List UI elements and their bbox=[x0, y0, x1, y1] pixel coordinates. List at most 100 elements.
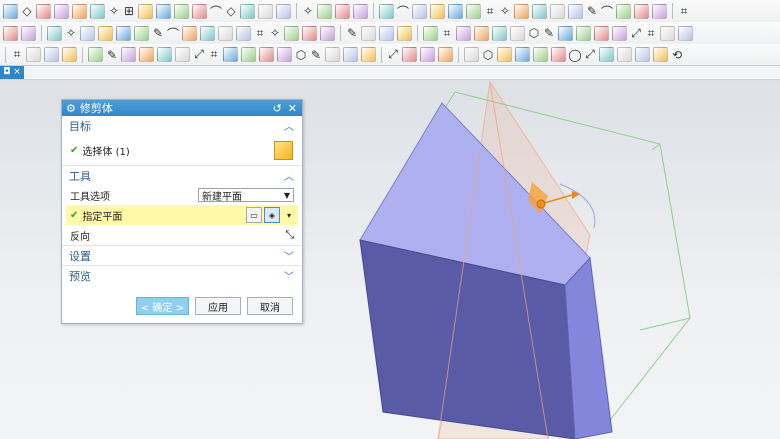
section-settings-header[interactable]: 设置 ﹀ bbox=[62, 245, 302, 265]
toolbar-tool-icon[interactable] bbox=[412, 3, 427, 19]
close-icon[interactable]: ✕ bbox=[288, 102, 297, 115]
toolbar-tool-icon[interactable] bbox=[121, 47, 136, 62]
toolbar-tool-icon[interactable] bbox=[652, 3, 667, 19]
toolbar-tool-icon[interactable]: ⌗ bbox=[253, 26, 267, 41]
toolbar-tool-icon[interactable] bbox=[156, 3, 171, 19]
select-body-cube-icon[interactable] bbox=[274, 140, 293, 160]
toolbar-tool-icon[interactable] bbox=[551, 47, 566, 62]
toolbar-tool-icon[interactable] bbox=[599, 47, 614, 62]
toolbar-tool-icon[interactable] bbox=[335, 3, 350, 19]
toolbar-tool-icon[interactable] bbox=[402, 47, 417, 62]
toolbar-tool-icon[interactable] bbox=[54, 3, 69, 19]
toolbar-tool-icon[interactable] bbox=[423, 25, 438, 41]
toolbar-tool-icon[interactable] bbox=[568, 3, 583, 19]
toolbar-tool-icon[interactable] bbox=[497, 47, 512, 62]
apply-button[interactable]: 应用 bbox=[195, 297, 241, 315]
toolbar-tool-icon[interactable] bbox=[515, 47, 530, 62]
toolbar-tool-icon[interactable]: ✧ bbox=[498, 4, 512, 18]
toolbar-tool-icon[interactable] bbox=[612, 25, 627, 41]
toolbar-tool-icon[interactable] bbox=[514, 3, 529, 19]
toolbar-tool-icon[interactable]: ◇ bbox=[20, 4, 34, 18]
chevron-up-icon[interactable]: ︿ bbox=[284, 118, 294, 133]
toolbar-tool-icon[interactable] bbox=[223, 47, 238, 62]
toolbar-tool-icon[interactable] bbox=[532, 3, 547, 19]
toolbar-tool-icon[interactable]: ✧ bbox=[301, 4, 315, 18]
toolbar-tool-icon[interactable]: ✧ bbox=[64, 26, 78, 40]
toolbar-tool-icon[interactable]: ✧ bbox=[107, 4, 121, 18]
tool-option-select[interactable]: 新建平面 ▼ bbox=[198, 188, 294, 203]
toolbar-tool-icon[interactable] bbox=[258, 3, 273, 19]
toolbar-tool-icon[interactable] bbox=[420, 47, 435, 62]
toolbar-tool-icon[interactable] bbox=[90, 3, 105, 19]
toolbar-tool-icon[interactable]: ⤢ bbox=[386, 47, 400, 62]
document-tab[interactable]: ◘ × bbox=[0, 66, 24, 79]
toolbar-tool-icon[interactable] bbox=[660, 25, 675, 41]
toolbar-tool-icon[interactable] bbox=[47, 25, 62, 41]
chevron-up-icon[interactable]: ︿ bbox=[284, 168, 294, 183]
toolbar-tool-icon[interactable]: ✎ bbox=[151, 26, 165, 40]
toolbar-tool-icon[interactable] bbox=[259, 47, 274, 62]
toolbar-tool-icon[interactable]: ⤢ bbox=[629, 26, 643, 41]
toolbar-tool-icon[interactable] bbox=[175, 47, 190, 62]
dialog-title-bar[interactable]: ⚙ 修剪体 ↺ ✕ bbox=[62, 100, 302, 116]
toolbar-tool-icon[interactable] bbox=[44, 47, 59, 62]
toolbar-tool-icon[interactable] bbox=[134, 25, 149, 41]
toolbar-tool-icon[interactable] bbox=[3, 3, 18, 19]
chevron-down-icon[interactable]: ﹀ bbox=[284, 248, 294, 263]
toolbar-tool-icon[interactable] bbox=[550, 3, 565, 19]
plane-dialog-icon[interactable]: ▭ bbox=[246, 207, 262, 223]
toolbar-tool-icon[interactable] bbox=[635, 47, 650, 62]
toolbar-tool-icon[interactable]: ⌒ bbox=[166, 25, 180, 42]
toolbar-tool-icon[interactable] bbox=[218, 25, 233, 41]
toolbar-tool-icon[interactable] bbox=[558, 25, 573, 41]
ok-button[interactable]: < 确定 > bbox=[135, 297, 189, 315]
section-tool-header[interactable]: 工具 ︿ bbox=[62, 165, 302, 185]
toolbar-tool-icon[interactable] bbox=[302, 25, 317, 41]
toolbar-tool-icon[interactable] bbox=[3, 25, 18, 41]
toolbar-tool-icon[interactable] bbox=[116, 25, 131, 41]
toolbar-tool-icon[interactable] bbox=[72, 3, 87, 19]
toolbar-tool-icon[interactable] bbox=[361, 47, 376, 62]
toolbar-tool-icon[interactable] bbox=[616, 3, 631, 19]
cancel-button[interactable]: 取消 bbox=[247, 297, 293, 315]
inferred-plane-icon[interactable]: ◈ bbox=[264, 207, 280, 223]
toolbar-tool-icon[interactable]: ✎ bbox=[309, 48, 323, 62]
toolbar-tool-icon[interactable] bbox=[448, 3, 463, 19]
toolbar-tool-icon[interactable] bbox=[36, 3, 51, 19]
toolbar-tool-icon[interactable] bbox=[438, 47, 453, 62]
toolbar-tool-icon[interactable]: ⌒ bbox=[209, 3, 223, 20]
section-target-header[interactable]: 目标 ︿ bbox=[62, 116, 302, 135]
toolbar-tool-icon[interactable] bbox=[174, 3, 189, 19]
toolbar-tool-icon[interactable] bbox=[510, 25, 525, 41]
toolbar-tool-icon[interactable] bbox=[276, 3, 291, 19]
toolbar-tool-icon[interactable] bbox=[139, 47, 154, 62]
toolbar-tool-icon[interactable] bbox=[397, 25, 412, 41]
toolbar-tool-icon[interactable]: ⌗ bbox=[483, 4, 497, 19]
toolbar-tool-icon[interactable] bbox=[240, 3, 255, 19]
toolbar-tool-icon[interactable]: ✎ bbox=[345, 26, 359, 40]
toolbar-tool-icon[interactable]: ⌗ bbox=[207, 47, 221, 62]
toolbar-tool-icon[interactable] bbox=[466, 3, 481, 19]
specify-plane-row[interactable]: ✔ 指定平面 ▭ ◈ ▾ bbox=[66, 205, 298, 225]
toolbar-tool-icon[interactable] bbox=[241, 47, 256, 62]
toolbar-tool-icon[interactable] bbox=[594, 25, 609, 41]
origin-handle[interactable] bbox=[536, 199, 546, 209]
toolbar-tool-icon[interactable] bbox=[464, 47, 479, 62]
toolbar-tool-icon[interactable]: ⤢ bbox=[583, 47, 597, 62]
toolbar-tool-icon[interactable] bbox=[353, 3, 368, 19]
toolbar-tool-icon[interactable]: ✧ bbox=[268, 26, 282, 40]
toolbar-tool-icon[interactable] bbox=[284, 25, 299, 41]
toolbar-tool-icon[interactable]: ⊞ bbox=[122, 4, 136, 18]
toolbar-tool-icon[interactable] bbox=[21, 25, 36, 41]
toolbar-tool-icon[interactable]: ✎ bbox=[542, 26, 556, 40]
toolbar-tool-icon[interactable]: ⬡ bbox=[481, 48, 495, 62]
toolbar-tool-icon[interactable]: ◯ bbox=[568, 48, 582, 62]
toolbar-tool-icon[interactable]: ✎ bbox=[585, 4, 599, 18]
toolbar-tool-icon[interactable] bbox=[379, 25, 394, 41]
chevron-down-icon[interactable]: ﹀ bbox=[284, 268, 294, 283]
toolbar-tool-icon[interactable]: ⟲ bbox=[670, 48, 684, 62]
toolbar-tool-icon[interactable]: ⌒ bbox=[396, 3, 410, 20]
section-preview-header[interactable]: 预览 ﹀ bbox=[62, 265, 302, 285]
toolbar-tool-icon[interactable] bbox=[343, 47, 358, 62]
toolbar-tool-icon[interactable] bbox=[277, 47, 292, 62]
